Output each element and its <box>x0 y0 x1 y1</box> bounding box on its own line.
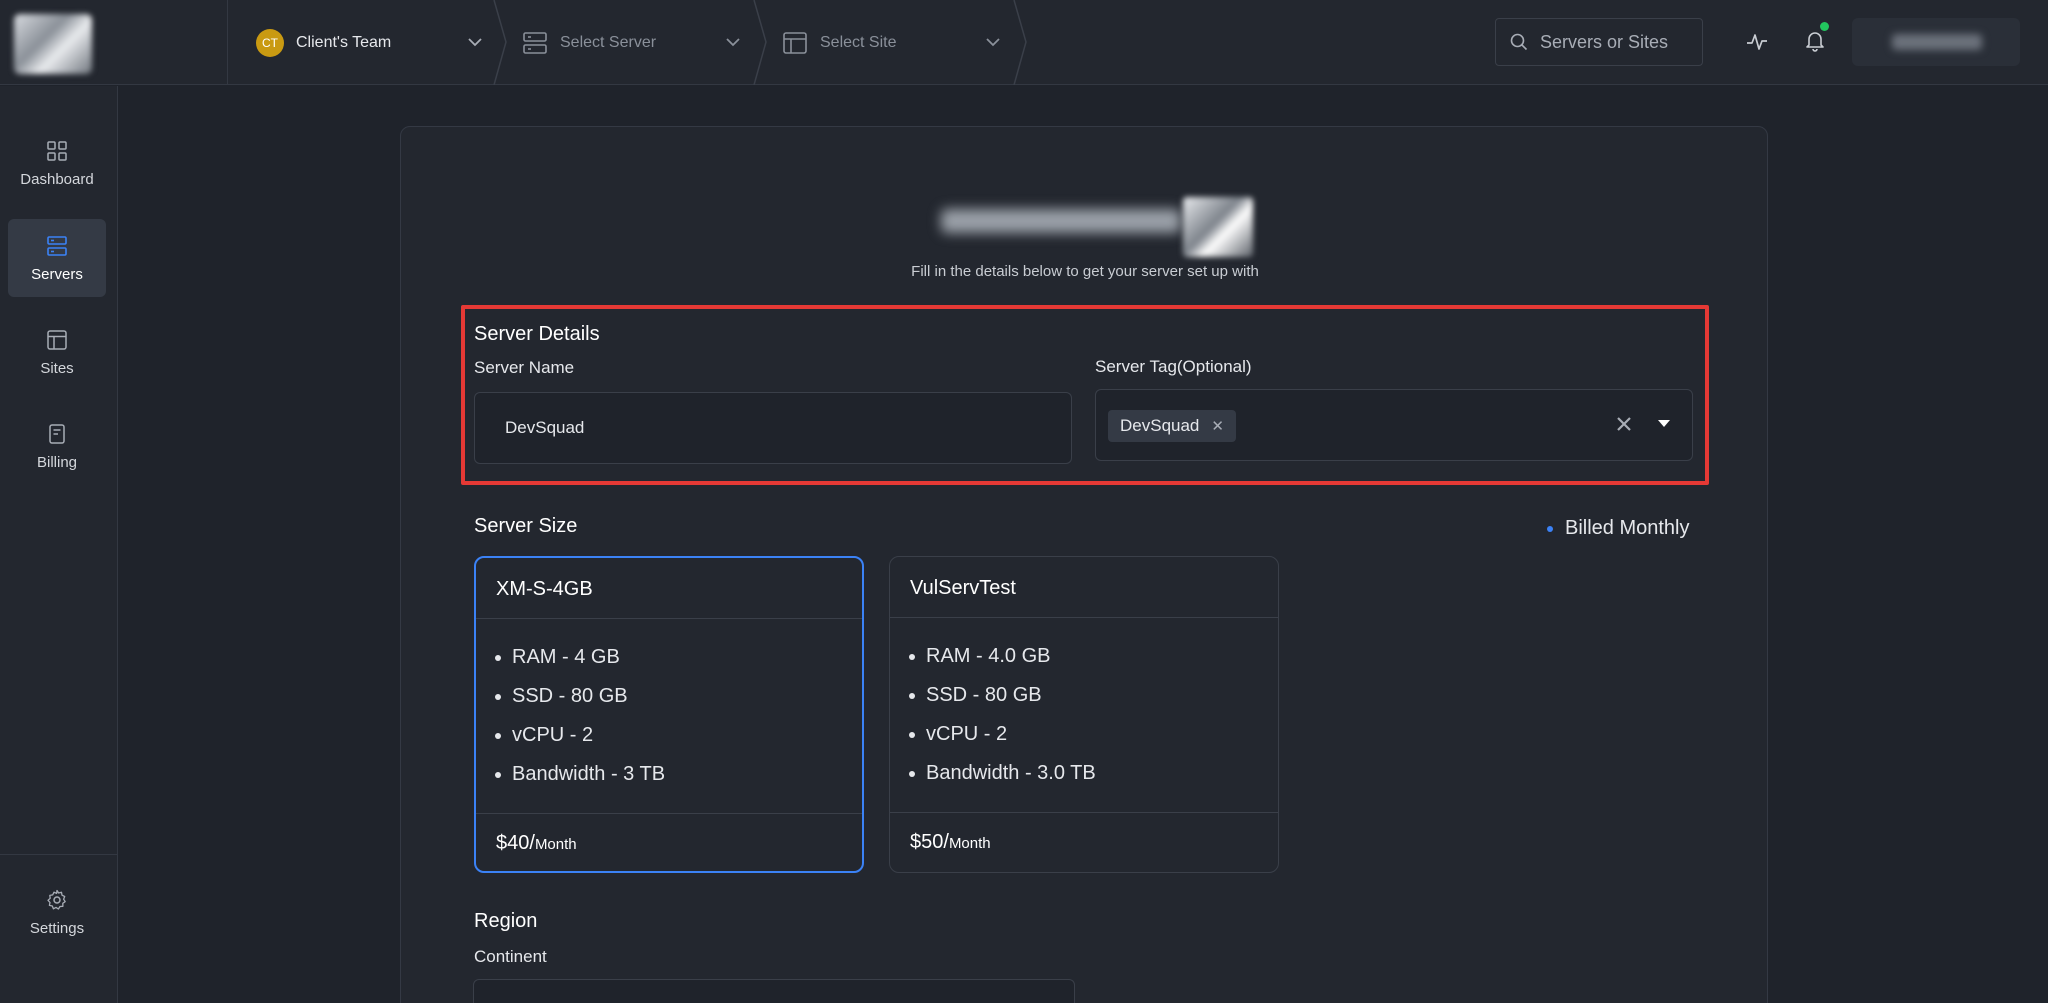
team-name: Client's Team <box>296 33 392 51</box>
plan-divider <box>890 812 1278 813</box>
remove-tag-icon[interactable]: ✕ <box>1211 417 1224 435</box>
activity-icon[interactable] <box>1745 30 1769 54</box>
continent-select[interactable] <box>473 979 1075 1003</box>
chevron-down-icon <box>986 38 1000 47</box>
server-tag-label: Server Tag(Optional) <box>1095 357 1252 376</box>
gear-icon <box>47 889 66 910</box>
plan-divider <box>476 813 862 814</box>
top-bar: CT Client's Team Select Server Select Si… <box>0 0 2048 85</box>
clear-icon[interactable] <box>1614 414 1634 434</box>
plan-spec-vcpu: vCPU - 2 <box>909 715 1096 754</box>
plan-spec-ssd: SSD - 80 GB <box>909 676 1096 715</box>
continent-label: Continent <box>474 947 547 966</box>
plan-price-period: Month <box>534 836 577 853</box>
browser-icon <box>47 329 67 350</box>
user-menu[interactable] <box>1852 18 2020 66</box>
brand-logo[interactable] <box>14 14 92 74</box>
page-subtitle: Fill in the details below to get your se… <box>911 263 1259 280</box>
bell-icon[interactable] <box>1803 28 1827 52</box>
billing-dot-icon <box>1547 525 1553 532</box>
breadcrumb-separator <box>493 0 507 85</box>
server-icon <box>523 31 547 54</box>
sidebar: Dashboard Servers Sites Billing Settings <box>0 86 118 1003</box>
plan-spec-bandwidth: Bandwidth - 3.0 TB <box>909 754 1096 793</box>
logo-area <box>0 0 228 85</box>
plan-specs: RAM - 4.0 GB SSD - 80 GB vCPU - 2 Bandwi… <box>909 637 1096 793</box>
breadcrumb-separator <box>1013 0 1027 85</box>
team-selector[interactable]: CT Client's Team <box>256 0 507 85</box>
tag-chip: DevSquad ✕ <box>1108 410 1236 442</box>
site-selector-label: Select Site <box>820 33 897 51</box>
plan-specs: RAM - 4 GB SSD - 80 GB vCPU - 2 Bandwidt… <box>494 638 665 794</box>
plan-price: $50/Month <box>910 831 991 854</box>
breadcrumb-separator <box>753 0 767 85</box>
sidebar-item-label: Settings <box>29 919 85 937</box>
server-selector[interactable]: Select Server <box>522 0 767 85</box>
sidebar-item-servers[interactable]: Servers <box>8 219 106 297</box>
billing-period: Billed Monthly <box>1547 517 1690 540</box>
plan-name: VulServTest <box>910 577 1016 599</box>
plan-price-amount: $40/ <box>496 832 535 854</box>
sidebar-item-dashboard[interactable]: Dashboard <box>8 124 106 202</box>
sidebar-item-settings[interactable]: Settings <box>8 873 106 951</box>
sidebar-item-sites[interactable]: Sites <box>8 313 106 391</box>
region-title: Region <box>474 910 538 932</box>
plan-divider <box>890 617 1278 618</box>
receipt-icon <box>49 423 65 444</box>
plan-spec-ram: RAM - 4 GB <box>494 638 665 677</box>
billing-period-label: Billed Monthly <box>1565 517 1690 539</box>
plan-spec-vcpu: vCPU - 2 <box>494 716 665 755</box>
plan-divider <box>476 618 862 619</box>
plan-card-vulservtest[interactable]: VulServTest RAM - 4.0 GB SSD - 80 GB vCP… <box>889 556 1279 873</box>
site-selector[interactable]: Select Site <box>782 0 1027 85</box>
server-details-title: Server Details <box>474 323 600 345</box>
server-name-label: Server Name <box>474 358 575 377</box>
sidebar-item-label: Sites <box>40 359 74 377</box>
plan-spec-ram: RAM - 4.0 GB <box>909 637 1096 676</box>
grid-icon <box>47 140 67 161</box>
user-name-redacted <box>1892 34 1982 50</box>
sidebar-item-billing[interactable]: Billing <box>8 407 106 485</box>
plan-spec-ssd: SSD - 80 GB <box>494 677 665 716</box>
plan-card-xm-s-4gb[interactable]: XM-S-4GB RAM - 4 GB SSD - 80 GB vCPU - 2… <box>474 556 864 873</box>
server-icon <box>47 235 67 256</box>
sidebar-item-label: Billing <box>36 453 78 471</box>
server-setup-card: Fill in the details below to get your se… <box>400 126 1768 1003</box>
plan-name: XM-S-4GB <box>496 578 593 600</box>
brand-logo <box>1183 197 1253 257</box>
plan-price-amount: $50/ <box>910 831 949 853</box>
server-tag-select[interactable]: DevSquad ✕ <box>1095 389 1693 461</box>
page-title <box>921 197 1253 257</box>
server-size-title: Server Size <box>474 515 578 537</box>
search-input[interactable] <box>1540 31 1690 53</box>
plan-price-period: Month <box>948 835 991 852</box>
page-title-redacted <box>941 209 1181 233</box>
team-avatar: CT <box>256 28 284 57</box>
server-name-input[interactable]: DevSquad <box>474 392 1072 464</box>
sidebar-item-label: Servers <box>31 265 83 283</box>
browser-icon <box>783 31 807 54</box>
sidebar-divider <box>0 854 118 855</box>
plan-price: $40/Month <box>496 832 577 855</box>
dropdown-caret-icon[interactable] <box>1658 420 1670 427</box>
chevron-down-icon <box>726 38 740 47</box>
plan-spec-bandwidth: Bandwidth - 3 TB <box>494 755 665 794</box>
server-selector-label: Select Server <box>560 33 657 51</box>
notification-dot <box>1820 22 1829 31</box>
search-icon <box>1510 33 1528 51</box>
tag-chip-label: DevSquad <box>1120 416 1200 435</box>
sidebar-item-label: Dashboard <box>20 170 94 188</box>
global-search[interactable] <box>1495 18 1703 66</box>
chevron-down-icon <box>468 38 482 47</box>
